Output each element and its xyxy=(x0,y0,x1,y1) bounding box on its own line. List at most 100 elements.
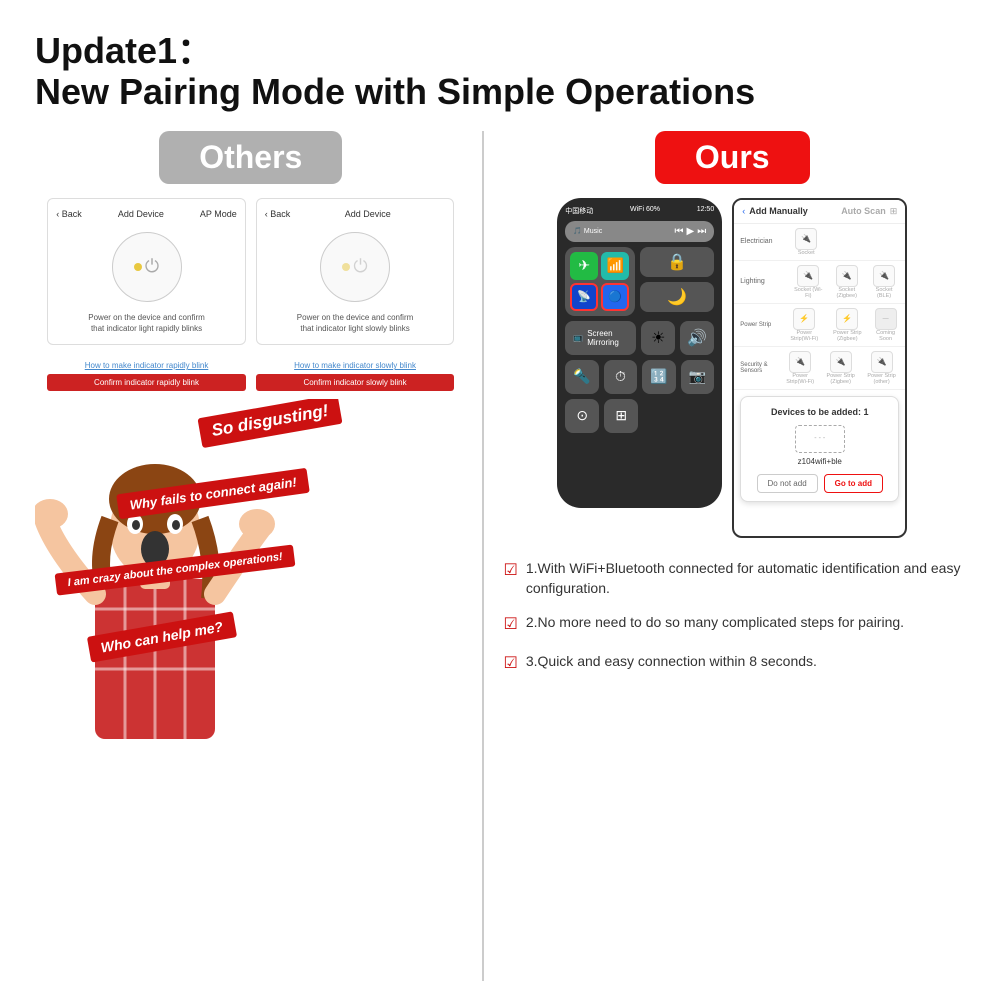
screen-mirroring-label: Screen Mirroring xyxy=(587,329,628,347)
security-3-item[interactable]: 🔌 Power Strip (other) xyxy=(864,351,899,385)
cat-electrician: Electrician 🔌 Socket xyxy=(734,224,905,261)
bluetooth-icon[interactable]: 🔵 xyxy=(601,283,629,311)
wifi-socket-item[interactable]: 🔌 Socket (Wi-Fi) xyxy=(792,265,825,299)
security-3-label: Power Strip (other) xyxy=(864,373,899,385)
left-side: Others ‹ Back Add Device AP Mode ⏻ xyxy=(35,131,467,981)
lock-icon[interactable]: 🔒 xyxy=(667,252,687,272)
screen-desc-1: Power on the device and confirmthat indi… xyxy=(88,312,205,334)
do-not-add-button[interactable]: Do not add xyxy=(757,474,818,493)
security-1-icon: 🔌 xyxy=(789,351,811,373)
cc-row-4: ⊙ ⊞ xyxy=(565,399,714,433)
others-badge: Others xyxy=(159,131,342,184)
volume-block[interactable]: 🔊 xyxy=(680,321,714,355)
socket-item[interactable]: 🔌 Socket xyxy=(795,228,817,256)
bubble-2: Why fails to connect again! xyxy=(116,467,310,519)
security-2-item[interactable]: 🔌 Power Strip (Zigbee) xyxy=(821,351,860,385)
check-icon-2: ☑ xyxy=(504,613,518,636)
confirm-rapidly-button[interactable]: Confirm indicator rapidly blink xyxy=(47,374,246,391)
power-strip-zigbee-item[interactable]: ⚡ Power Strip (Zigbee) xyxy=(827,308,868,342)
connect-btn-group-2: How to make indicator slowly blink Confi… xyxy=(256,361,455,391)
screen-desc-2: Power on the device and confirmthat indi… xyxy=(297,312,414,334)
content-row: Others ‹ Back Add Device AP Mode ⏻ xyxy=(35,131,966,981)
confirm-slowly-button[interactable]: Confirm indicator slowly blink xyxy=(256,374,455,391)
how-to-rapidly-link[interactable]: How to make indicator rapidly blink xyxy=(85,361,209,370)
how-to-slowly-link[interactable]: How to make indicator slowly blink xyxy=(294,361,416,370)
device-screens: ‹ Back Add Device AP Mode ⏻ Power on the… xyxy=(35,198,467,345)
wifi-socket-icon: 🔌 xyxy=(797,265,819,287)
dot-yellow-1 xyxy=(134,263,142,271)
screen-header-1: ‹ Back Add Device AP Mode xyxy=(56,209,237,219)
ble-socket-item[interactable]: 🔌 Socket (BLE) xyxy=(869,265,899,299)
app-header: ‹ Add Manually Auto Scan ⊞ xyxy=(734,200,905,224)
benefit-text-2: 2.No more need to do so many complicated… xyxy=(526,612,904,632)
bottom-frustration: So disgusting! Why fails to connect agai… xyxy=(35,399,467,739)
power-strip-zigbee-label: Power Strip (Zigbee) xyxy=(827,330,868,342)
cat-electrician-icons: 🔌 Socket xyxy=(795,228,817,256)
add-manually-label[interactable]: Add Manually xyxy=(749,206,808,216)
power-icon-1: ⏻ xyxy=(145,256,159,277)
bubble-1: So disgusting! xyxy=(198,399,343,448)
bubble-4: Who can help me? xyxy=(87,611,237,662)
device-name: z104wifi+ble xyxy=(798,457,842,466)
timer-icon[interactable]: ⏱ xyxy=(604,360,638,394)
ap-mode-label: AP Mode xyxy=(200,209,237,219)
device-icon: - - - xyxy=(795,425,845,453)
camera-icon[interactable]: 📷 xyxy=(681,360,715,394)
power-icon-2: ⏻ xyxy=(353,256,367,277)
ble-socket-icon: 🔌 xyxy=(873,265,895,287)
screen-mirroring-icon: 📺 xyxy=(573,333,583,342)
cat-lighting-icons: 🔌 Socket (Wi-Fi) 🔌 Socket (Zigbee) 🔌 So xyxy=(792,265,899,299)
flashlight-icon[interactable]: 🔦 xyxy=(565,360,599,394)
ours-badge: Ours xyxy=(655,131,810,184)
wifi-toggle-icon[interactable]: 📡 xyxy=(570,283,598,311)
play-icon[interactable]: ▶ xyxy=(687,226,695,237)
moon-block: 🌙 xyxy=(640,282,714,312)
cat-security-icons: 🔌 Power Strip(Wi-Fi) 🔌 Power Strip (Zigb… xyxy=(783,351,899,385)
security-1-label: Power Strip(Wi-Fi) xyxy=(783,373,817,385)
right-side: Ours 中国移动 WiFi 60% 12:50 🎵 Music xyxy=(499,131,967,981)
coming-soon-label: Coming Soon xyxy=(872,330,899,342)
vertical-divider xyxy=(482,131,484,981)
calculator-icon[interactable]: 🔢 xyxy=(642,360,676,394)
connect-btn-group-1: How to make indicator rapidly blink Conf… xyxy=(47,361,246,391)
zigbee-socket-label: Socket (Zigbee) xyxy=(829,287,865,299)
airplane-icon[interactable]: ✈ xyxy=(570,252,598,280)
wifi-icon[interactable]: 📶 xyxy=(601,252,629,280)
cat-power-strip-label: Power Strip xyxy=(740,322,786,328)
cc-row-1: ✈ 📶 📡 🔵 🔒 xyxy=(565,247,714,316)
zigbee-socket-icon: 🔌 xyxy=(836,265,858,287)
app-back-icon[interactable]: ‹ xyxy=(742,206,745,216)
screen-circle-1: ⏻ xyxy=(112,232,182,302)
cat-security: Security & Sensors 🔌 Power Strip(Wi-Fi) … xyxy=(734,347,905,390)
carrier: 中国移动 xyxy=(565,206,593,216)
device-screen-card-2: ‹ Back Add Device ⏻ Power on the device … xyxy=(256,198,455,345)
cat-lighting: Lighting 🔌 Socket (Wi-Fi) 🔌 Socket (Zigb… xyxy=(734,261,905,304)
moon-icon[interactable]: 🌙 xyxy=(667,287,687,307)
screen-mirroring-block[interactable]: 📺 Screen Mirroring xyxy=(565,321,636,355)
cat-security-label: Security & Sensors xyxy=(740,362,783,374)
auto-scan-label[interactable]: Auto Scan xyxy=(841,206,886,216)
zigbee-socket-item[interactable]: 🔌 Socket (Zigbee) xyxy=(829,265,865,299)
scan-icon-app[interactable]: ⊞ xyxy=(890,206,898,217)
power-strip-wifi-item[interactable]: ⚡ Power Strip(Wi-Fi) xyxy=(786,308,823,342)
security-1-item[interactable]: 🔌 Power Strip(Wi-Fi) xyxy=(783,351,817,385)
qr-icon[interactable]: ⊙ xyxy=(565,399,599,433)
power-strip-zigbee-icon: ⚡ xyxy=(836,308,858,330)
security-2-icon: 🔌 xyxy=(830,351,852,373)
connectivity-block: ✈ 📶 📡 🔵 xyxy=(565,247,635,316)
dialog-title: Devices to be added: 1 xyxy=(749,407,890,417)
screen-circle-2: ⏻ xyxy=(320,232,390,302)
device-preview: - - - z104wifi+ble xyxy=(749,425,890,466)
next-icon[interactable]: ⏭ xyxy=(697,226,706,237)
brightness-block[interactable]: ☀ xyxy=(641,321,675,355)
prev-icon[interactable]: ⏮ xyxy=(675,226,684,237)
cat-power-strip-icons: ⚡ Power Strip(Wi-Fi) ⚡ Power Strip (Zigb… xyxy=(786,308,899,342)
cat-electrician-label: Electrician xyxy=(740,238,795,245)
control-center-screen: 中国移动 WiFi 60% 12:50 🎵 Music ⏮ ▶ ⏭ xyxy=(557,198,722,508)
check-icon-1: ☑ xyxy=(504,559,518,582)
go-to-add-button[interactable]: Go to add xyxy=(824,474,883,493)
security-2-label: Power Strip (Zigbee) xyxy=(821,373,860,385)
app-title-bar: Add Manually Auto Scan xyxy=(749,206,885,216)
power-strip-wifi-icon: ⚡ xyxy=(793,308,815,330)
scan-icon[interactable]: ⊞ xyxy=(604,399,638,433)
